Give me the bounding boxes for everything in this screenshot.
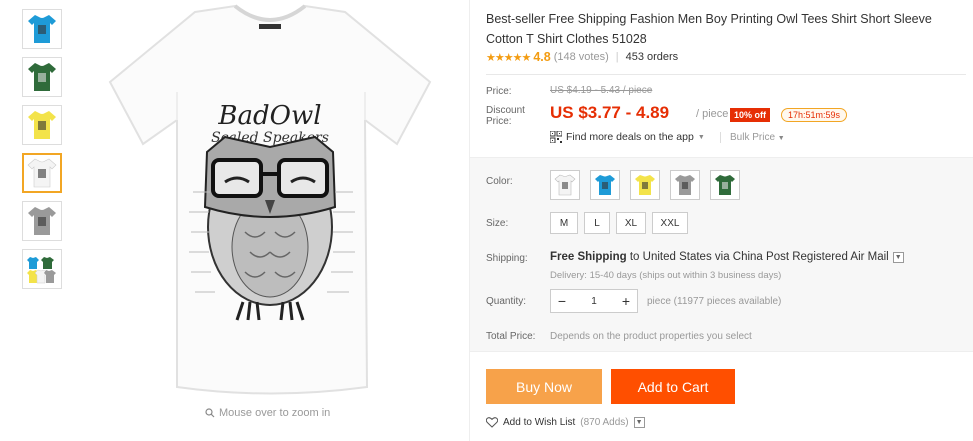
total-price-label: Total Price:: [486, 331, 536, 342]
delivery-estimate: Delivery: 15-40 days (ships out within 3…: [550, 270, 782, 281]
thumbnail-gray[interactable]: [22, 201, 62, 241]
tshirt-yellow-icon: [28, 111, 56, 139]
quantity-label: Quantity:: [486, 296, 527, 307]
discount-price-label-2: Price:: [486, 116, 512, 127]
buy-now-button[interactable]: Buy Now: [486, 369, 602, 404]
tshirt-owl-image: BadOwl Scaled Speakers: [108, 4, 432, 395]
shipping-method[interactable]: Free Shipping to United States via China…: [550, 251, 904, 263]
qr-code-icon: [550, 131, 562, 143]
orders-count[interactable]: 453 orders: [626, 51, 679, 63]
star-rating-icon[interactable]: ★★★★★: [486, 51, 531, 64]
per-piece-unit: / piece: [696, 108, 729, 120]
free-shipping-text: Free Shipping: [550, 251, 627, 263]
bulk-price-text: Bulk Price: [730, 132, 776, 143]
caret-down-icon: ▼: [697, 133, 705, 141]
divider: [486, 74, 966, 75]
countdown-timer: 17h:51m:59s: [781, 108, 848, 122]
tshirt-white-icon: [554, 174, 576, 196]
quantity-input[interactable]: 1: [591, 296, 597, 307]
tshirt-blue-icon: [595, 175, 615, 195]
quantity-available: piece (11977 pieces available): [647, 296, 782, 307]
color-option-gray[interactable]: [670, 170, 700, 200]
add-to-wishlist[interactable]: Add to Wish List (870 Adds) ▼: [486, 417, 645, 428]
color-label: Color:: [486, 176, 513, 187]
minus-icon[interactable]: −: [551, 290, 573, 312]
shipping-label: Shipping:: [486, 253, 528, 264]
thumbnail-yellow[interactable]: [22, 105, 62, 145]
discount-price: US $3.77 - 4.89: [550, 103, 670, 122]
wishlist-text: Add to Wish List: [503, 417, 576, 428]
tshirt-green-icon: [715, 175, 735, 195]
discount-badge: 10% off: [730, 108, 771, 122]
product-title: Best-seller Free Shipping Fashion Men Bo…: [486, 12, 932, 46]
sku-options: Color: Size: M L XL XXL Shipping: Free S…: [470, 157, 973, 352]
chevron-down-icon[interactable]: ▼: [633, 417, 645, 428]
rating-separator: |: [615, 51, 619, 63]
thumbnail-blue[interactable]: [22, 9, 62, 49]
thumbnail-multi[interactable]: [22, 249, 62, 289]
size-option-xxl[interactable]: XXL: [652, 212, 688, 234]
shipping-destination: to United States via China Post Register…: [626, 251, 889, 263]
rating-score: 4.8: [533, 50, 551, 64]
zoom-hint: Mouse over to zoom in: [205, 407, 330, 419]
wishlist-adds-count: (870 Adds): [580, 417, 629, 428]
tshirt-group-icon: [27, 257, 56, 284]
rating-row: ★★★★★ 4.8 (148 votes) | 453 orders: [486, 50, 678, 64]
thumbnail-white[interactable]: [22, 153, 62, 193]
main-product-image[interactable]: BadOwl Scaled Speakers: [75, 0, 465, 404]
discount-price-label-1: Discount: [486, 105, 525, 116]
original-price: US $4.19 - 5.43 / piece: [550, 85, 653, 96]
plus-icon[interactable]: +: [615, 290, 637, 312]
chevron-down-icon[interactable]: ▼: [892, 251, 904, 263]
rating-votes[interactable]: (148 votes): [554, 51, 609, 63]
color-option-white[interactable]: [550, 170, 580, 200]
tshirt-blue-icon: [28, 15, 56, 43]
print-title: BadOwl: [217, 101, 321, 131]
app-deals-link[interactable]: Find more deals on the app ▼: [550, 131, 705, 143]
thumbnail-list: [22, 9, 62, 297]
tshirt-green-icon: [28, 63, 56, 91]
magnifier-icon: [205, 408, 215, 418]
tshirt-gray-icon: [28, 207, 56, 235]
add-to-cart-button[interactable]: Add to Cart: [611, 369, 735, 404]
caret-down-icon: ▼: [777, 135, 785, 142]
color-option-yellow[interactable]: [630, 170, 660, 200]
color-option-blue[interactable]: [590, 170, 620, 200]
heart-icon: [486, 417, 498, 428]
app-deals-text: Find more deals on the app: [566, 131, 694, 143]
tshirt-white-icon: [27, 158, 57, 188]
product-info-panel: Best-seller Free Shipping Fashion Men Bo…: [469, 0, 973, 441]
tshirt-yellow-icon: [635, 175, 655, 195]
thumbnail-green[interactable]: [22, 57, 62, 97]
size-option-m[interactable]: M: [550, 212, 578, 234]
color-option-green[interactable]: [710, 170, 740, 200]
bulk-price-dropdown[interactable]: Bulk Price ▼: [720, 132, 785, 143]
total-price-hint: Depends on the product properties you se…: [550, 331, 752, 342]
size-option-xl[interactable]: XL: [616, 212, 646, 234]
tshirt-gray-icon: [675, 175, 695, 195]
size-label: Size:: [486, 218, 509, 229]
quantity-stepper: − 1 +: [550, 289, 638, 313]
size-option-l[interactable]: L: [584, 212, 610, 234]
zoom-hint-text: Mouse over to zoom in: [219, 407, 331, 419]
price-label: Price:: [486, 86, 512, 97]
